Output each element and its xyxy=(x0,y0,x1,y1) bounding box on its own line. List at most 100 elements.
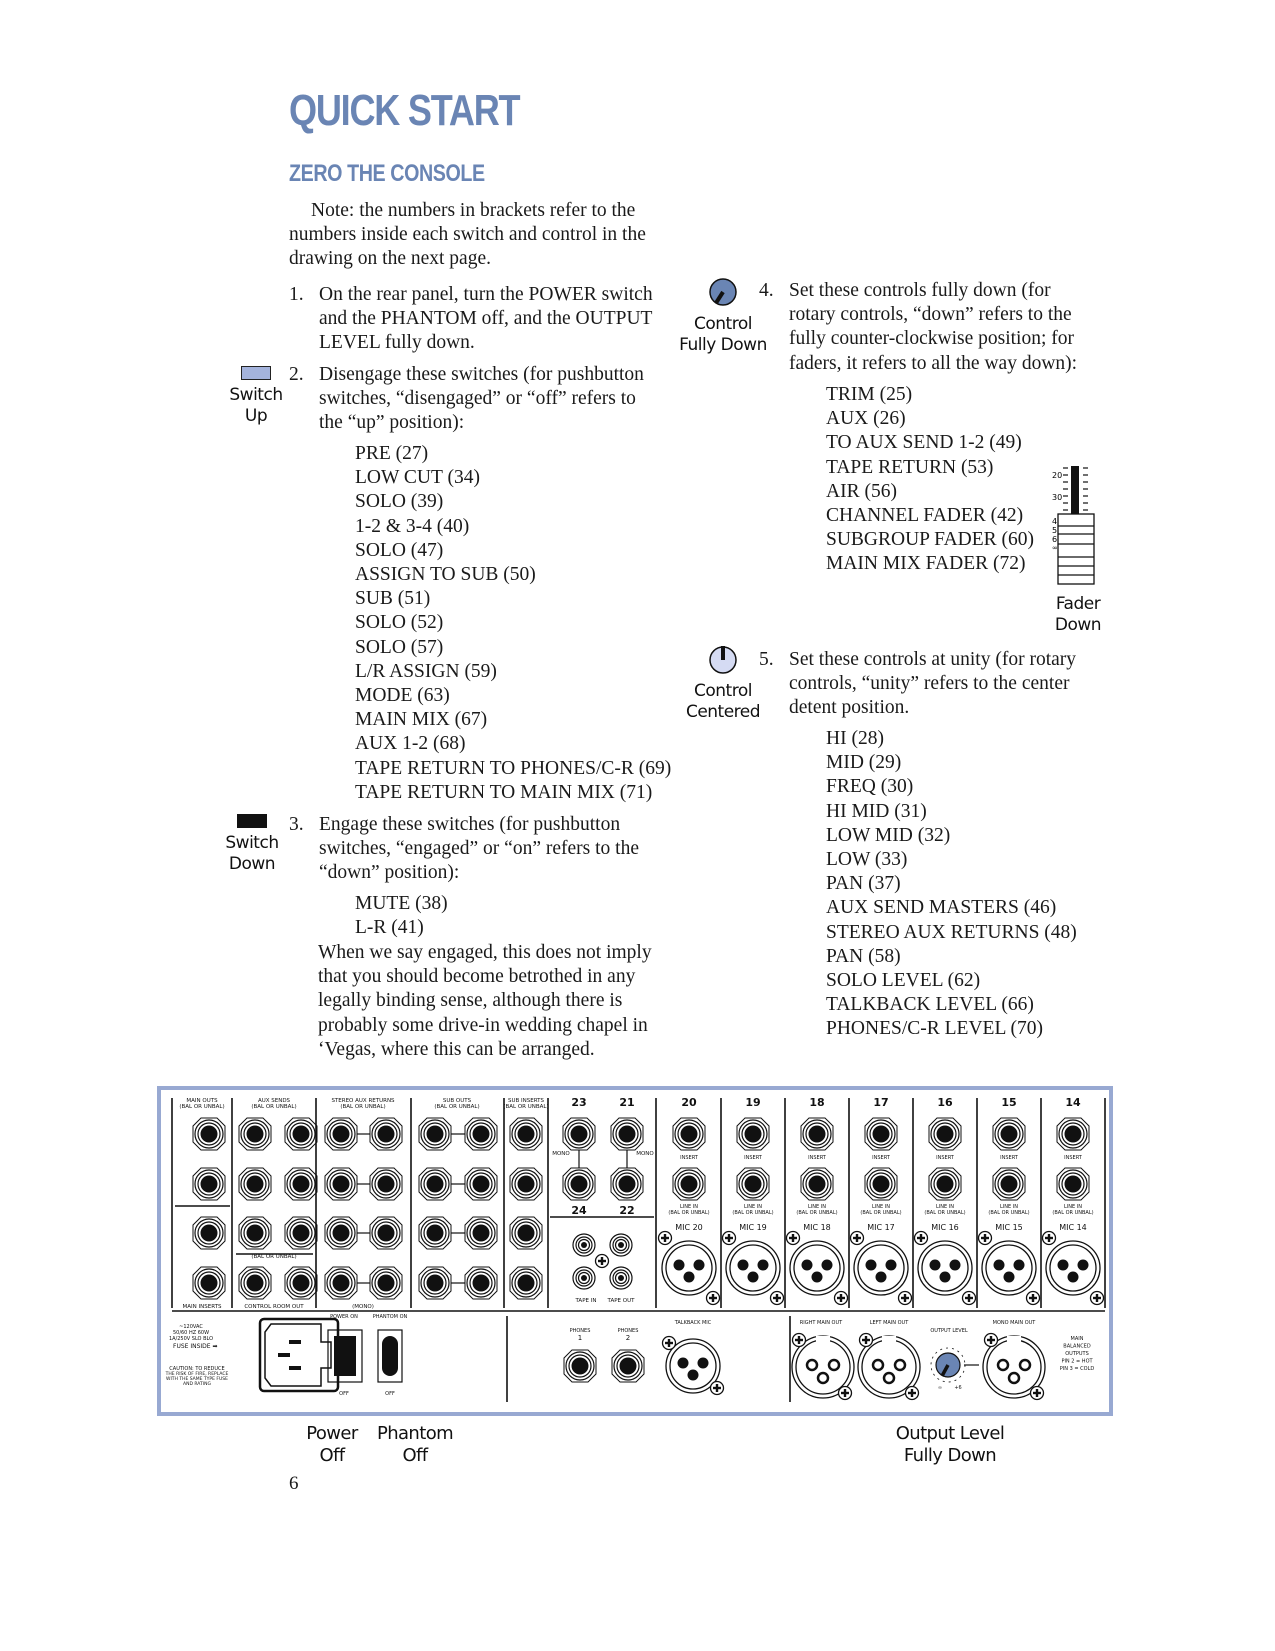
step-number: 4. xyxy=(759,280,774,301)
quarter-inch-jack xyxy=(509,1167,543,1201)
list-item: SOLO (39) xyxy=(355,491,444,513)
screw xyxy=(1089,1290,1105,1306)
panel-label: PIN 3 = COLD xyxy=(1060,1366,1095,1372)
quarter-inch-jack xyxy=(562,1167,596,1201)
mic-label: MIC 15 xyxy=(995,1223,1023,1232)
list-item: SOLO (57) xyxy=(355,636,444,658)
fader-down-icon: 20 30 4 5 6 ∞ xyxy=(1052,466,1095,585)
mic-label: MIC 14 xyxy=(1059,1223,1087,1232)
channel-number: 23 xyxy=(571,1096,586,1109)
icon-label: Down xyxy=(1054,615,1102,635)
phones-jack xyxy=(563,1349,597,1383)
list-item: LOW MID (32) xyxy=(826,824,951,846)
channel-number: 22 xyxy=(619,1204,634,1217)
icon-label: Up xyxy=(244,406,268,426)
fader-scale-mark: 6 xyxy=(1052,535,1057,544)
screw xyxy=(709,1380,725,1396)
caption-line: Output Level xyxy=(895,1423,1005,1444)
quarter-inch-jack xyxy=(192,1216,226,1250)
quarter-inch-jack xyxy=(192,1117,226,1151)
fader-scale-mark: 4 xyxy=(1052,517,1057,526)
caption-line: Power xyxy=(306,1423,358,1444)
quarter-inch-jack xyxy=(509,1117,543,1151)
icon-label: Switch xyxy=(229,385,283,405)
list-item: TRIM (25) xyxy=(826,384,913,405)
panel-label: 1A/250V SLO BLO xyxy=(169,1336,213,1342)
step-3: 3. Engage these switches (for pushbutton… xyxy=(289,813,659,886)
panel-label: INSERT xyxy=(1064,1155,1083,1161)
list-item: MUTE (38) xyxy=(355,893,448,914)
quarter-inch-jack xyxy=(238,1117,272,1151)
mic-label: MIC 19 xyxy=(739,1223,767,1232)
panel-label: (MONO) xyxy=(352,1304,374,1310)
panel-label: OUTPUTS xyxy=(1065,1351,1089,1357)
caption-line: Fully Down xyxy=(903,1445,997,1466)
caption-line: Off xyxy=(319,1445,345,1466)
list-item: PAN (58) xyxy=(826,945,901,967)
icon-label: Control xyxy=(694,314,752,334)
step-number: 3. xyxy=(289,814,304,835)
channel-number: 16 xyxy=(937,1096,953,1109)
quarter-inch-jack xyxy=(464,1216,498,1250)
step-text: On the rear panel, turn the POWER switch… xyxy=(319,284,653,354)
step-4: 4. Set these controls fully down (for ro… xyxy=(759,279,1099,376)
panel-label: MONO xyxy=(636,1151,654,1157)
step-text: Set these controls at unity (for rotary … xyxy=(789,649,1077,719)
switch-down-legend: Switch Down xyxy=(224,814,280,875)
list-item: LOW (33) xyxy=(826,849,908,871)
panel-label: PHANTOM ON xyxy=(373,1314,408,1320)
screw xyxy=(1029,1385,1045,1401)
insert-jack xyxy=(928,1117,962,1151)
iec-power-socket xyxy=(258,1317,340,1393)
icon-label: Control xyxy=(694,681,752,701)
insert-jack xyxy=(864,1117,898,1151)
panel-label: INSERT xyxy=(936,1155,955,1161)
list-item: FREQ (30) xyxy=(826,776,914,798)
rca-jack xyxy=(572,1233,596,1257)
quarter-inch-jack xyxy=(509,1266,543,1300)
step-text: Disengage these switches (for pushbutton… xyxy=(319,364,644,434)
list-item: PRE (27) xyxy=(355,443,429,464)
intro-note: Note: the numbers in brackets refer to t… xyxy=(289,200,646,270)
screw xyxy=(837,1385,853,1401)
screw xyxy=(897,1290,913,1306)
list-item: PAN (37) xyxy=(826,873,901,895)
quarter-inch-jack xyxy=(284,1266,318,1300)
fuse-label: FUSE INSIDE ➡ xyxy=(173,1343,218,1350)
line-in-jack xyxy=(672,1167,706,1201)
knob-fully-down-icon xyxy=(709,278,737,306)
xlr-mic-input xyxy=(1045,1240,1101,1296)
screw xyxy=(594,1253,610,1269)
quarter-inch-jack xyxy=(192,1266,226,1300)
line-in-jack xyxy=(928,1167,962,1201)
panel-label: (BAL OR UNBAL) xyxy=(1052,1210,1093,1216)
quarter-inch-jack xyxy=(369,1117,403,1151)
insert-jack xyxy=(800,1117,834,1151)
screw xyxy=(983,1332,999,1348)
list-item: AUX SEND MASTERS (46) xyxy=(826,897,1057,919)
xlr-mic-input xyxy=(725,1240,781,1296)
panel-label: INSERT xyxy=(808,1155,827,1161)
engaged-joke-paragraph: When we say engaged, this does not imply… xyxy=(318,942,652,1060)
panel-label: (BAL OR UNBAL) xyxy=(732,1210,773,1216)
rear-panel-svg: MAIN OUTS(BAL OR UNBAL)AUX SENDS(BAL OR … xyxy=(165,1096,1106,1402)
panel-label: (BAL OR UNBAL) xyxy=(860,1210,901,1216)
list-item: 1-2 & 3-4 (40) xyxy=(355,515,470,537)
quarter-inch-jack xyxy=(509,1216,543,1250)
screw xyxy=(769,1290,785,1306)
power-switch xyxy=(327,1329,363,1383)
list-item: AUX 1-2 (68) xyxy=(355,733,466,755)
panel-label: INSERT xyxy=(680,1155,699,1161)
list-item: MAIN MIX FADER (72) xyxy=(826,553,1026,575)
step-1: 1. On the rear panel, turn the POWER swi… xyxy=(289,283,659,356)
phones-jack xyxy=(611,1349,645,1383)
screw xyxy=(833,1290,849,1306)
step-number: 1. xyxy=(289,284,304,305)
fader-scale-mark: 30 xyxy=(1052,493,1062,502)
panel-label: 2 xyxy=(626,1334,630,1342)
icon-label: Down xyxy=(228,854,276,874)
step-2: 2. Disengage these switches (for pushbut… xyxy=(289,363,659,436)
quarter-inch-jack xyxy=(369,1266,403,1300)
section-title: ZERO THE CONSOLE xyxy=(289,160,485,187)
panel-label: INSERT xyxy=(872,1155,891,1161)
